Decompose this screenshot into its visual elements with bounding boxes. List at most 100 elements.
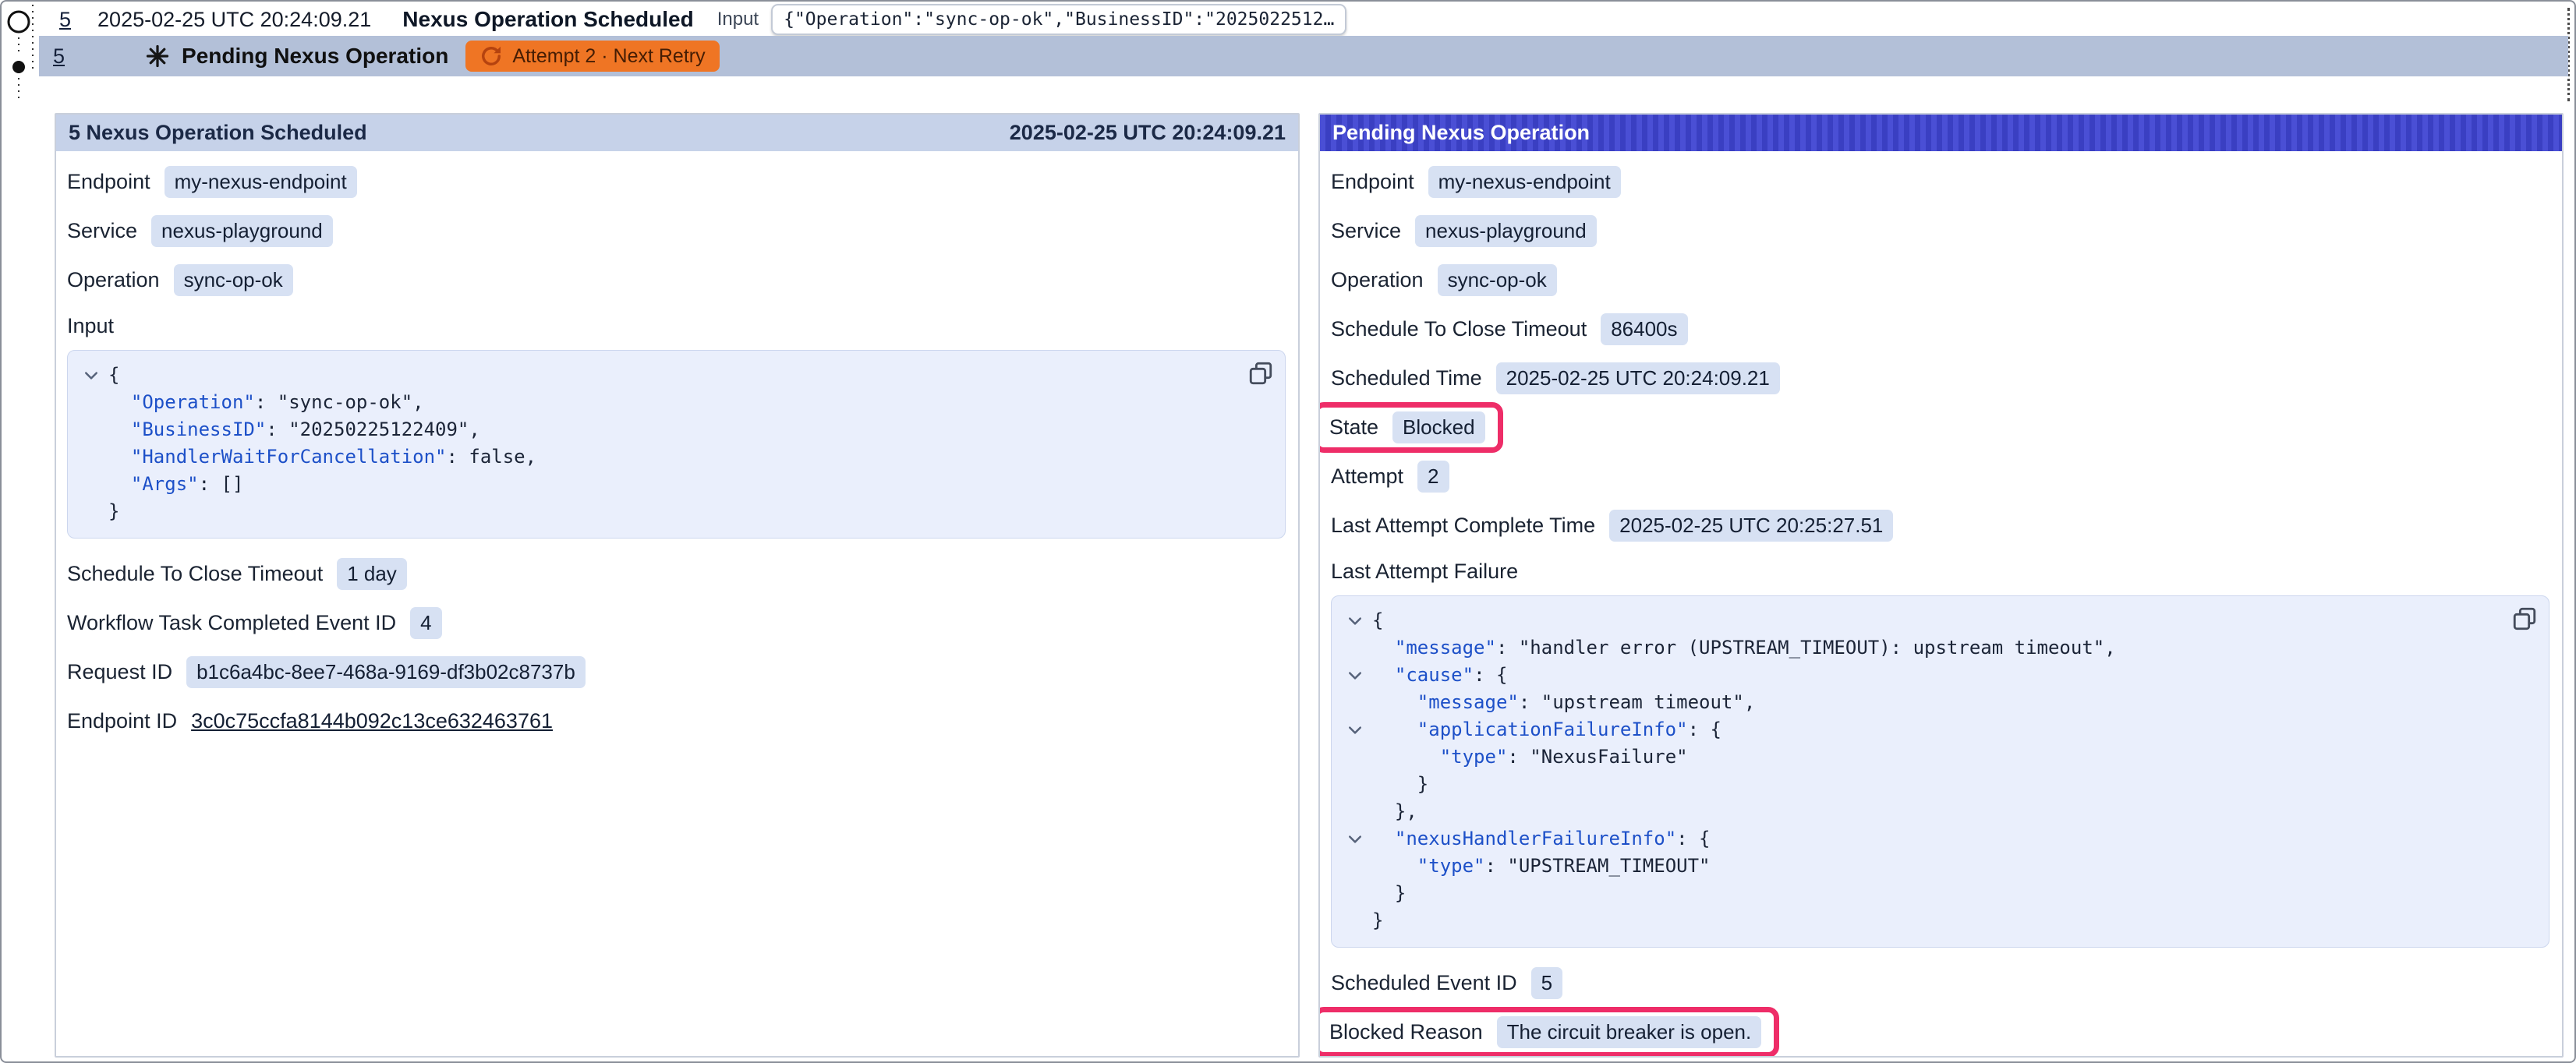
pending-event-id-link[interactable]: 5 — [53, 44, 65, 69]
code-line-text: } — [1372, 771, 1428, 798]
code-line: "applicationFailureInfo": { — [1338, 716, 2533, 743]
code-line: "nexusHandlerFailureInfo": { — [1338, 825, 2533, 853]
code-line: "Args": [] — [74, 471, 1269, 498]
field-row-request-id: Request ID b1c6a4bc-8ee7-468a-9169-df3b0… — [67, 648, 1286, 697]
field-row-state: State Blocked — [1331, 403, 2549, 452]
scheduled-panel-timestamp: 2025-02-25 UTC 20:24:09.21 — [1010, 121, 1286, 145]
code-line: "type": "UPSTREAM_TIMEOUT" — [1338, 853, 2533, 880]
code-line-text: } — [1372, 907, 1383, 934]
input-section-label-row: Input — [67, 305, 1286, 347]
code-line: } — [74, 498, 1269, 525]
field-value-badge: my-nexus-endpoint — [165, 166, 357, 198]
field-label: Scheduled Time — [1331, 366, 1482, 390]
field-label: Last Attempt Complete Time — [1331, 514, 1595, 538]
field-row-operation: Operation sync-op-ok — [67, 256, 1286, 305]
field-value-badge: 4 — [410, 607, 441, 639]
blocked-reason-highlight-box: Blocked Reason The circuit breaker is op… — [1318, 1007, 1779, 1058]
code-line-text: } — [1372, 880, 1406, 907]
field-label: Operation — [1331, 268, 1424, 292]
field-value-badge: b1c6a4bc-8ee7-468a-9169-df3b02c8737b — [186, 656, 586, 688]
field-row-endpoint: Endpoint my-nexus-endpoint — [67, 157, 1286, 207]
pending-asterisk-icon — [146, 44, 169, 68]
collapse-chevron-icon[interactable] — [1338, 662, 1372, 689]
code-gutter — [1338, 880, 1372, 907]
code-gutter — [1338, 798, 1372, 825]
code-gutter — [1338, 743, 1372, 771]
timeline-node-icon — [9, 12, 29, 32]
retry-badge-label: Attempt 2 · Next Retry — [512, 45, 705, 68]
code-line-text: "BusinessID": "20250225122409", — [108, 416, 480, 443]
failure-section-label-row: Last Attempt Failure — [1331, 550, 2549, 592]
field-label: Endpoint — [1331, 170, 1414, 194]
field-label: State — [1329, 415, 1378, 440]
event-timestamp: 2025-02-25 UTC 20:24:09.21 — [97, 8, 371, 32]
copy-button[interactable] — [1247, 360, 1274, 387]
field-label: Endpoint — [67, 170, 150, 194]
field-label: Workflow Task Completed Event ID — [67, 611, 396, 635]
input-preview-badge[interactable]: {"Operation":"sync-op-ok","BusinessID":"… — [771, 4, 1346, 35]
field-value-badge: nexus-playground — [151, 215, 333, 247]
field-label: Schedule To Close Timeout — [1331, 317, 1587, 341]
code-line: "message": "handler error (UPSTREAM_TIME… — [1338, 634, 2533, 662]
collapse-chevron-icon[interactable] — [1338, 607, 1372, 634]
field-row-endpoint: Endpoint my-nexus-endpoint — [1331, 157, 2549, 207]
code-line: "Operation": "sync-op-ok", — [74, 389, 1269, 416]
pending-panel-title: Pending Nexus Operation — [1332, 121, 1590, 145]
timeline-rail — [2, 2, 39, 157]
scheduled-panel-title: 5 Nexus Operation Scheduled — [69, 121, 367, 145]
code-line-text: "nexusHandlerFailureInfo": { — [1372, 825, 1711, 853]
scheduled-event-panel: 5 Nexus Operation Scheduled 2025-02-25 U… — [55, 113, 1300, 1058]
code-gutter — [74, 471, 108, 498]
field-value-badge: 2 — [1417, 461, 1449, 493]
collapse-chevron-icon[interactable] — [1338, 825, 1372, 853]
field-row-scheduled-time: Scheduled Time 2025-02-25 UTC 20:24:09.2… — [1331, 354, 2549, 403]
failure-section-label: Last Attempt Failure — [1331, 560, 1518, 584]
field-label: Service — [1331, 219, 1401, 243]
field-row-blocked-reason: Blocked Reason The circuit breaker is op… — [1331, 1008, 2549, 1057]
code-line: "type": "NexusFailure" — [1338, 743, 2533, 771]
code-gutter — [1338, 853, 1372, 880]
retry-attempt-badge: Attempt 2 · Next Retry — [465, 41, 719, 72]
collapse-chevron-icon[interactable] — [1338, 716, 1372, 743]
code-line-text: "cause": { — [1372, 662, 1507, 689]
event-history-row[interactable]: 5 2025-02-25 UTC 20:24:09.21 Nexus Opera… — [39, 3, 2559, 36]
pending-operation-panel: Pending Nexus Operation Endpoint my-nexu… — [1318, 113, 2564, 1058]
code-line-text: }, — [1372, 798, 1417, 825]
field-value-badge: sync-op-ok — [1438, 264, 1557, 296]
field-label: Service — [67, 219, 137, 243]
code-line: "BusinessID": "20250225122409", — [74, 416, 1269, 443]
code-line-text: "type": "NexusFailure" — [1372, 743, 1688, 771]
code-line: "message": "upstream timeout", — [1338, 689, 2533, 716]
code-line: "HandlerWaitForCancellation": false, — [74, 443, 1269, 471]
code-gutter — [74, 389, 108, 416]
endpoint-id-link[interactable]: 3c0c75ccfa8144b092c13ce632463761 — [191, 709, 553, 733]
field-row-attempt: Attempt 2 — [1331, 452, 2549, 501]
code-gutter — [1338, 771, 1372, 798]
event-id-link[interactable]: 5 — [59, 8, 71, 32]
scheduled-panel-body: Endpoint my-nexus-endpoint Service nexus… — [56, 151, 1298, 1056]
code-gutter — [1338, 689, 1372, 716]
code-line: { — [74, 362, 1269, 389]
copy-button[interactable] — [2511, 606, 2538, 632]
field-label: Operation — [67, 268, 160, 292]
pending-panel-header: Pending Nexus Operation — [1320, 115, 2562, 151]
input-json-viewer: { "Operation": "sync-op-ok", "BusinessID… — [67, 350, 1286, 539]
code-line: } — [1338, 880, 2533, 907]
code-gutter — [74, 443, 108, 471]
pending-title: Pending Nexus Operation — [182, 44, 448, 69]
pending-operation-row[interactable]: 5 Pending Nexus Operation Attempt 2 · Ne… — [39, 36, 2568, 76]
code-line-text: "Operation": "sync-op-ok", — [108, 389, 424, 416]
copy-icon — [1247, 360, 1274, 387]
field-label: Attempt — [1331, 464, 1403, 489]
field-row-schedule-to-close-timeout: Schedule To Close Timeout 1 day — [67, 549, 1286, 599]
field-value-badge: nexus-playground — [1415, 215, 1597, 247]
code-line-text: "HandlerWaitForCancellation": false, — [108, 443, 536, 471]
field-row-operation: Operation sync-op-ok — [1331, 256, 2549, 305]
code-line-text: { — [1372, 607, 1383, 634]
collapse-chevron-icon[interactable] — [74, 362, 108, 389]
input-label: Input — [717, 9, 759, 30]
code-line: "cause": { — [1338, 662, 2533, 689]
code-line-text: "Args": [] — [108, 471, 243, 498]
state-value-badge: Blocked — [1392, 411, 1485, 443]
code-line-text: } — [108, 498, 119, 525]
